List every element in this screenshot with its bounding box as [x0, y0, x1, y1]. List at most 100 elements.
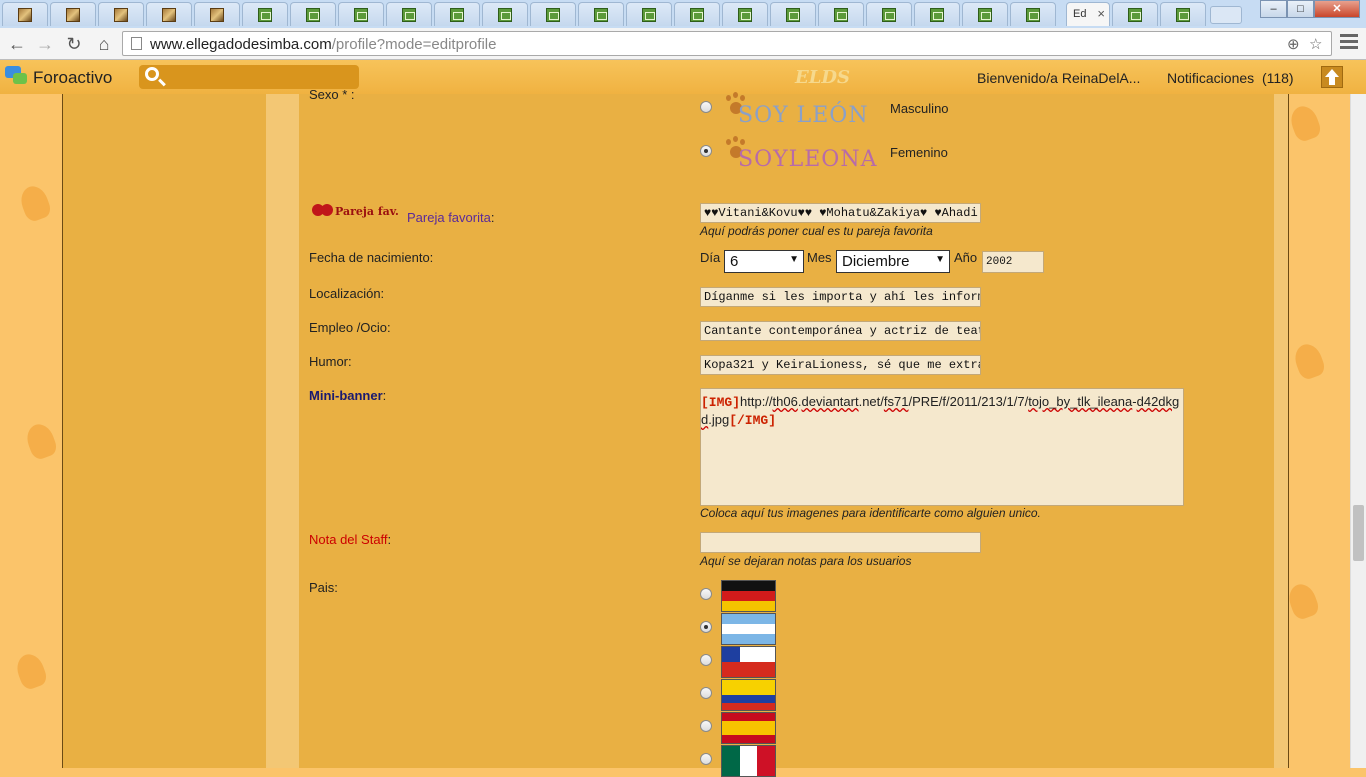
day-select[interactable]: 6 ▼	[724, 250, 804, 273]
lion-favicon-icon	[210, 8, 224, 22]
browser-tab[interactable]	[1112, 2, 1158, 26]
browser-tab[interactable]	[146, 2, 192, 26]
soy-leon-logo: SOY LEÓN	[738, 103, 869, 128]
minibanner-textarea[interactable]: [IMG]http://th06.deviantart.net/fs71/PRE…	[700, 388, 1184, 506]
staff-note-hint: Aquí se dejaran notas para los usuarios	[700, 554, 912, 568]
page-scrollbar[interactable]	[1350, 94, 1366, 768]
germany-flag-icon	[721, 580, 776, 612]
browser-tab[interactable]	[674, 2, 720, 26]
location-input[interactable]: Díganme si les importa y ahí les informo	[700, 287, 981, 307]
humor-label: Humor:	[309, 354, 352, 369]
paw-decoration-icon	[12, 650, 50, 692]
browser-menu-icon[interactable]	[1340, 34, 1358, 52]
country-label: Pais:	[309, 580, 338, 595]
sex-male-radio[interactable]	[700, 101, 712, 113]
browser-tab[interactable]	[194, 2, 240, 26]
forum-favicon-icon	[1176, 8, 1190, 22]
year-input[interactable]: 2002	[982, 251, 1044, 273]
browser-tab[interactable]	[98, 2, 144, 26]
new-tab-button[interactable]	[1210, 6, 1242, 24]
forum-favicon-icon	[402, 8, 416, 22]
browser-tab[interactable]	[482, 2, 528, 26]
browser-tab[interactable]	[1010, 2, 1056, 26]
country-radio-argentina[interactable]	[700, 621, 712, 633]
zoom-icon[interactable]: ⊕	[1287, 35, 1300, 53]
close-window-button[interactable]: ✕	[1314, 0, 1360, 18]
browser-tab[interactable]	[722, 2, 768, 26]
month-select[interactable]: Diciembre ▼	[836, 250, 950, 273]
browser-tab[interactable]	[530, 2, 576, 26]
country-radio-ecuador[interactable]	[700, 687, 712, 699]
maximize-button[interactable]: □	[1287, 0, 1314, 18]
forum-favicon-icon	[306, 8, 320, 22]
location-label: Localización:	[309, 286, 385, 301]
browser-tab-active[interactable]: Ed ×	[1066, 2, 1110, 26]
paw-decoration-icon	[16, 182, 54, 224]
browser-tab[interactable]	[914, 2, 960, 26]
forward-arrow-icon[interactable]: →	[33, 32, 57, 56]
country-radio-spain[interactable]	[700, 720, 712, 732]
browser-tab[interactable]	[866, 2, 912, 26]
staff-note-input[interactable]	[700, 532, 981, 553]
forum-search-input[interactable]	[139, 65, 359, 89]
site-logo-mark: ELDS	[795, 67, 850, 88]
browser-tab[interactable]	[242, 2, 288, 26]
minibanner-label: Mini-banner:	[309, 388, 387, 403]
sex-female-radio[interactable]	[700, 145, 712, 157]
forum-favicon-icon	[498, 8, 512, 22]
browser-tab-strip: Ed × – □ ✕	[0, 0, 1366, 28]
browser-tab[interactable]	[626, 2, 672, 26]
staff-note-label: Nota del Staff:	[309, 532, 392, 547]
close-tab-icon[interactable]: ×	[1097, 6, 1105, 21]
forum-favicon-icon	[642, 8, 656, 22]
foroactivo-logo-icon[interactable]	[5, 66, 27, 86]
home-icon[interactable]: ⌂	[92, 32, 116, 56]
lion-favicon-icon	[66, 8, 80, 22]
pareja-favorita-hint: Aquí podrás poner cual es tu pareja favo…	[700, 224, 933, 238]
browser-tab[interactable]	[962, 2, 1008, 26]
country-radio-mexico[interactable]	[700, 753, 712, 765]
forum-favicon-icon	[450, 8, 464, 22]
occupation-label: Empleo /Ocio:	[309, 320, 391, 335]
country-radio-chile[interactable]	[700, 654, 712, 666]
occupation-input[interactable]: Cantante contemporánea y actriz de teatr…	[700, 321, 981, 341]
scrollbar-thumb[interactable]	[1353, 505, 1364, 561]
humor-input[interactable]: Kopa321 y KeiraLioness, sé que me extrañ…	[700, 355, 981, 375]
lion-favicon-icon	[18, 8, 32, 22]
left-side-column	[266, 94, 299, 768]
browser-tab[interactable]	[50, 2, 96, 26]
browser-tab[interactable]	[578, 2, 624, 26]
minibanner-hint: Coloca aquí tus imagenes para identifica…	[700, 506, 1041, 520]
browser-tab[interactable]	[386, 2, 432, 26]
welcome-user-link[interactable]: Bienvenido/a ReinaDelA...	[977, 70, 1140, 86]
address-bar[interactable]: www.ellegadodesimba.com/profile?mode=edi…	[122, 31, 1332, 56]
browser-tab[interactable]	[770, 2, 816, 26]
country-radio-germany[interactable]	[700, 588, 712, 600]
search-icon[interactable]	[145, 67, 159, 81]
url-text: www.ellegadodesimba.com/profile?mode=edi…	[150, 36, 497, 53]
browser-tab[interactable]	[290, 2, 336, 26]
year-label: Año	[954, 250, 978, 265]
sex-label: Sexo * :	[309, 87, 355, 102]
browser-tab[interactable]	[818, 2, 864, 26]
paw-decoration-icon	[1284, 580, 1322, 622]
reload-icon[interactable]: ↻	[62, 32, 86, 56]
browser-tab[interactable]	[434, 2, 480, 26]
browser-tab[interactable]	[1160, 2, 1206, 26]
ecuador-flag-icon	[721, 679, 776, 711]
foroactivo-brand[interactable]: Foroactivo	[33, 68, 112, 88]
forum-favicon-icon	[690, 8, 704, 22]
browser-tab[interactable]	[338, 2, 384, 26]
heart-icon	[312, 204, 334, 218]
forum-favicon-icon	[834, 8, 848, 22]
back-arrow-icon[interactable]: ←	[5, 32, 29, 56]
bookmark-star-icon[interactable]: ☆	[1309, 35, 1322, 53]
notifications-count: (118)	[1261, 70, 1294, 86]
chile-flag-icon	[721, 646, 776, 678]
scroll-top-arrow-icon[interactable]	[1321, 66, 1343, 88]
notifications-link[interactable]: Notificaciones (118)	[1167, 70, 1294, 86]
pareja-favorita-input[interactable]: ♥♥Vitani&Kovu♥♥ ♥Mohatu&Zakiya♥ ♥Ahadi	[700, 203, 981, 223]
browser-tab[interactable]	[2, 2, 48, 26]
minimize-button[interactable]: –	[1260, 0, 1287, 18]
paw-decoration-icon	[1290, 340, 1328, 382]
